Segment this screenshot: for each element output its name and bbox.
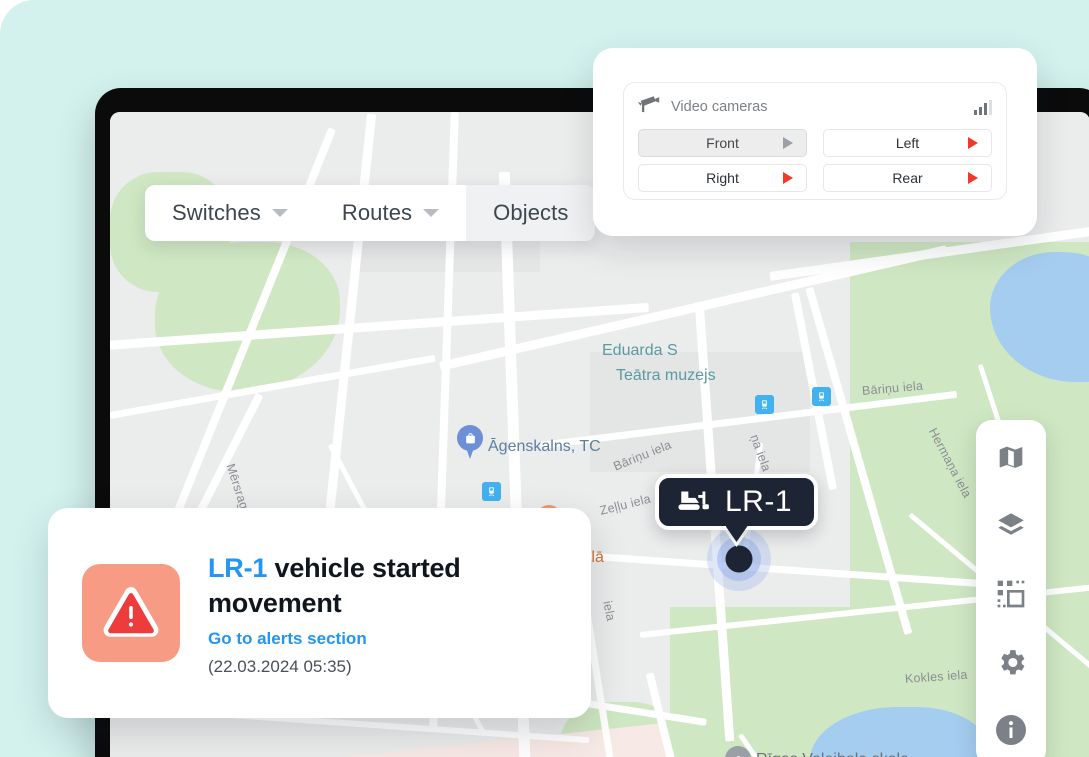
vehicle-dot (725, 545, 753, 573)
street-label: iela (600, 599, 619, 623)
cctv-camera-icon (638, 95, 660, 119)
alert-body: LR-1 vehicle started movement Go to aler… (208, 549, 508, 677)
poi-label: Āgenskalns, TC (488, 438, 601, 455)
place-dot-icon (725, 746, 751, 757)
tab-objects[interactable]: Objects (466, 185, 596, 241)
play-icon (783, 172, 793, 184)
signal-bars-icon (974, 99, 992, 115)
video-cameras-header: Video cameras (638, 93, 992, 121)
camera-button-front[interactable]: Front (638, 129, 807, 157)
map-pin-shopping[interactable] (457, 425, 483, 459)
go-to-alerts-link[interactable]: Go to alerts section (208, 629, 367, 649)
camera-button-rear-label: Rear (892, 170, 923, 186)
alert-notification-card[interactable]: LR-1 vehicle started movement Go to aler… (48, 508, 591, 718)
camera-button-left[interactable]: Left (823, 129, 992, 157)
top-tab-bar: Switches Routes Objects (145, 185, 596, 241)
tab-switches-label: Switches (172, 200, 261, 225)
play-icon (968, 172, 978, 184)
map-pin-school[interactable] (725, 746, 751, 757)
layers-icon[interactable] (991, 506, 1031, 546)
bulldozer-icon (677, 487, 711, 518)
alert-title: LR-1 vehicle started movement (208, 551, 508, 620)
street-label: Zeļļu iela (598, 491, 653, 518)
tab-switches[interactable]: Switches (145, 185, 315, 241)
camera-button-right[interactable]: Right (638, 164, 807, 192)
poi-label: Teātra muzejs (616, 367, 716, 384)
video-cameras-card: Video cameras Front Left Right Rear (593, 48, 1037, 236)
vehicle-marker-tooltip[interactable]: LR-1 (655, 474, 819, 547)
poi-label: Eduarda S (602, 342, 678, 359)
camera-button-right-label: Right (706, 170, 739, 186)
camera-buttons-grid: Front Left Right Rear (638, 129, 992, 192)
transit-stop-icon[interactable] (755, 395, 774, 414)
play-icon (968, 137, 978, 149)
video-cameras-panel: Video cameras Front Left Right Rear (623, 82, 1007, 200)
play-icon (783, 137, 793, 149)
tab-objects-label: Objects (493, 200, 569, 225)
poi-label: Rīgas Volejbola skola (756, 751, 909, 757)
transit-stop-icon[interactable] (812, 387, 831, 406)
info-icon[interactable] (991, 710, 1031, 750)
vehicle-bubble: LR-1 (655, 474, 819, 530)
camera-button-front-label: Front (706, 135, 739, 151)
video-cameras-title: Video cameras (671, 99, 768, 115)
camera-button-left-label: Left (895, 135, 920, 151)
shopping-bag-icon (457, 425, 483, 451)
map-tools-sidebar (976, 420, 1046, 757)
tab-routes-label: Routes (341, 200, 413, 225)
alert-vehicle-id: LR-1 (208, 552, 268, 583)
transit-stop-icon[interactable] (482, 482, 501, 501)
alert-timestamp: (22.03.2024 05:35) (208, 657, 352, 677)
page-root: Lapu ielaBāriņu ielaHermaņa ielaBāriņu i… (0, 0, 1089, 757)
map-icon[interactable] (991, 438, 1031, 478)
chevron-down-icon (271, 209, 288, 217)
gear-icon[interactable] (991, 642, 1031, 682)
vehicle-label: LR-1 (725, 485, 793, 518)
chevron-down-icon (423, 209, 440, 217)
tab-routes[interactable]: Routes (315, 185, 466, 241)
camera-button-rear[interactable]: Rear (823, 164, 992, 192)
warning-triangle-icon (82, 564, 180, 662)
geofence-icon[interactable] (991, 574, 1031, 614)
